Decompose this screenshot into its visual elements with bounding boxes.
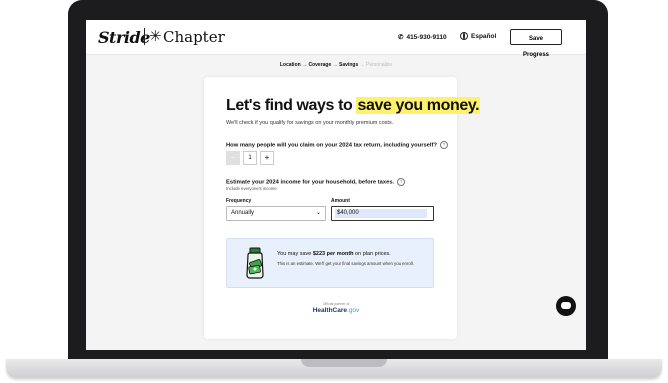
household-question-text: How many people will you claim on your 2… xyxy=(226,142,437,149)
frequency-select[interactable]: Annually ⌄ xyxy=(226,206,326,221)
step-personalize: Personalize xyxy=(366,62,393,68)
savings-amount: $223 per month xyxy=(312,251,354,257)
household-stepper: − 1 + xyxy=(226,151,274,165)
savings-suffix: on plan prices. xyxy=(353,251,391,257)
frequency-value: Annually xyxy=(231,210,255,216)
frequency-label: Frequency xyxy=(226,198,252,204)
partner-name: HealthCare xyxy=(312,307,348,314)
chat-bubble-icon[interactable] xyxy=(556,296,576,316)
arrow-icon: → xyxy=(302,62,308,68)
savings-note: This is an estimate. We'll get your fina… xyxy=(277,261,414,266)
help-icon[interactable]: ? xyxy=(397,178,406,186)
help-icon[interactable]: ? xyxy=(440,141,448,149)
household-count[interactable]: 1 xyxy=(243,151,257,165)
phone-number: 415-930-9110 xyxy=(406,33,447,41)
partner-tld: .gov xyxy=(347,307,360,314)
amount-label: Amount xyxy=(331,198,350,204)
chapter-star-icon: ✳ xyxy=(149,28,162,45)
progress-breadcrumb: Location → Coverage → Savings → Personal… xyxy=(86,62,586,68)
household-question: How many people will you claim on your 2… xyxy=(226,141,448,149)
arrow-icon: → xyxy=(359,62,365,68)
page-subtitle: We'll check if you qualify for savings o… xyxy=(226,120,394,126)
increment-button[interactable]: + xyxy=(260,151,274,165)
savings-estimate-box: You may save $223 per month on plan pric… xyxy=(226,238,434,288)
title-highlight: save you money. xyxy=(356,97,481,114)
chevron-down-icon: ⌄ xyxy=(315,210,321,216)
money-jar-icon xyxy=(246,247,264,279)
step-location: Location xyxy=(279,62,301,68)
step-coverage: Coverage xyxy=(308,62,332,68)
page-title: Let's find ways to save you money. xyxy=(226,97,481,115)
laptop-base xyxy=(6,359,662,378)
language-label: Español xyxy=(471,32,497,40)
phone-icon: ✆ xyxy=(398,34,404,41)
healthcare-gov-logo: HealthCare.gov xyxy=(86,307,586,314)
income-question-text: Estimate your 2024 income for your house… xyxy=(226,179,395,186)
stride-logo[interactable]: Stride xyxy=(98,28,150,47)
save-progress-button[interactable]: Save Progress xyxy=(510,29,562,58)
step-savings: Savings xyxy=(339,62,359,68)
title-prefix: Let's find ways to xyxy=(226,97,357,114)
arrow-icon: → xyxy=(332,62,338,68)
amount-value: $40,000 xyxy=(335,209,427,218)
language-toggle[interactable]: Español xyxy=(460,32,496,40)
decrement-button[interactable]: − xyxy=(226,151,240,165)
logo-divider xyxy=(144,28,145,45)
phone-link[interactable]: ✆ 415-930-9110 xyxy=(398,33,447,42)
partner-label: Official partner of xyxy=(322,302,350,306)
chapter-logo[interactable]: Chapter xyxy=(163,28,225,46)
income-question: Estimate your 2024 income for your house… xyxy=(226,178,406,186)
browser-screen: Stride ✳ Chapter ✆ 415-930-9110 Español … xyxy=(86,20,586,350)
globe-icon xyxy=(460,32,468,40)
site-header: Stride ✳ Chapter ✆ 415-930-9110 Español … xyxy=(86,20,586,58)
amount-input[interactable]: $40,000 xyxy=(331,206,434,221)
income-hint: Include everyone's income xyxy=(226,186,277,191)
laptop-notch xyxy=(301,359,387,367)
savings-prefix: You may save xyxy=(277,251,313,257)
savings-message: You may save $223 per month on plan pric… xyxy=(277,251,391,257)
